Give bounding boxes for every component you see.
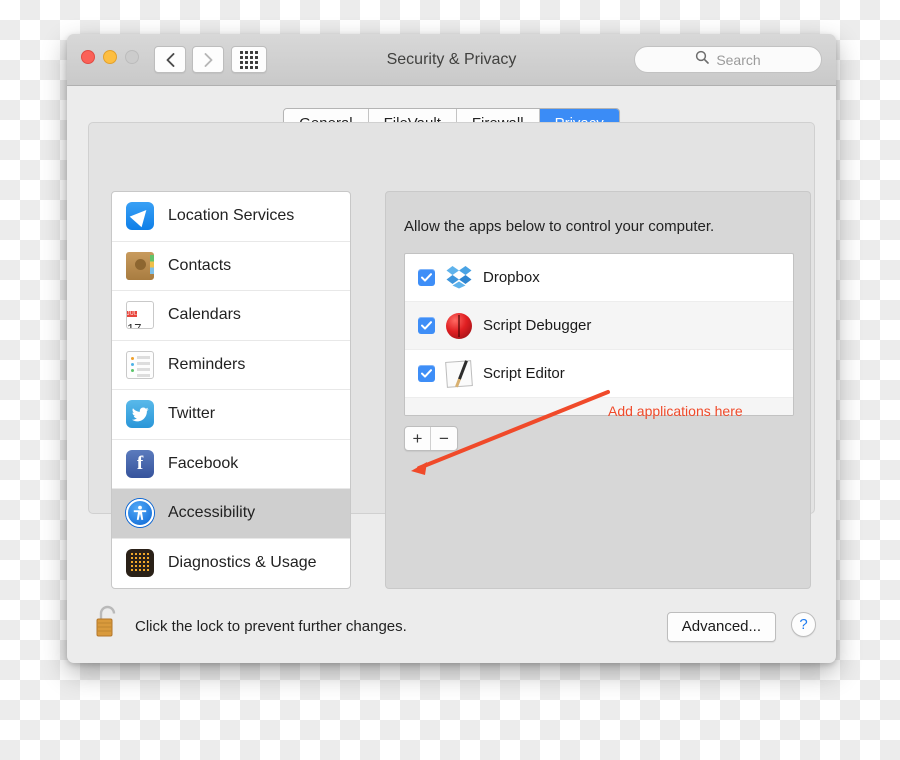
- twitter-icon: [126, 400, 154, 429]
- sidebar-item-reminders[interactable]: Reminders: [112, 341, 350, 390]
- accessibility-detail-pane: Allow the apps below to control your com…: [385, 191, 811, 589]
- sidebar-item-facebook[interactable]: f Facebook: [112, 440, 350, 489]
- search-icon: [695, 50, 710, 69]
- privacy-content-panel: Location Services Contacts JUL 17 Calend…: [88, 122, 815, 589]
- contacts-icon: [126, 251, 154, 280]
- dropbox-icon: [446, 265, 472, 291]
- app-name: Dropbox: [483, 269, 540, 286]
- facebook-icon: f: [126, 449, 154, 478]
- diagnostics-icon: [126, 549, 154, 578]
- unlocked-padlock-icon: [95, 605, 121, 644]
- sidebar-item-label: Reminders: [168, 355, 246, 373]
- search-placeholder: Search: [716, 51, 761, 68]
- lock-button[interactable]: [95, 604, 121, 640]
- window-titlebar: Security & Privacy Search: [67, 34, 836, 86]
- app-checkbox[interactable]: [418, 269, 435, 286]
- location-services-icon: [126, 202, 154, 231]
- sidebar-item-accessibility[interactable]: Accessibility: [112, 489, 350, 539]
- reminders-icon: [126, 350, 154, 379]
- annotation-text: Add applications here: [608, 403, 743, 419]
- help-button[interactable]: ?: [791, 612, 816, 637]
- sidebar-item-label: Location Services: [168, 207, 295, 225]
- window-footer: Click the lock to prevent further change…: [67, 594, 836, 663]
- add-remove-button-group: + −: [404, 426, 458, 451]
- advanced-button[interactable]: Advanced...: [666, 612, 776, 642]
- sidebar-item-label: Accessibility: [168, 504, 256, 522]
- app-checkbox[interactable]: [418, 317, 435, 334]
- app-name: Script Editor: [483, 365, 565, 382]
- sidebar-item-label: Facebook: [168, 454, 239, 472]
- calendar-month: JUL: [127, 311, 138, 318]
- app-checkbox[interactable]: [418, 365, 435, 382]
- allowed-apps-list: Dropbox Script Debugger Script Editor: [404, 253, 794, 416]
- table-row[interactable]: Script Editor: [405, 350, 793, 398]
- sidebar-item-label: Calendars: [168, 306, 241, 324]
- calendars-icon: JUL 17: [126, 301, 154, 330]
- table-row[interactable]: Dropbox: [405, 254, 793, 302]
- add-application-button[interactable]: +: [405, 427, 431, 450]
- sidebar-item-calendars[interactable]: JUL 17 Calendars: [112, 291, 350, 341]
- app-name: Script Debugger: [483, 317, 592, 334]
- sidebar-item-location-services[interactable]: Location Services: [112, 192, 350, 242]
- lock-hint-text: Click the lock to prevent further change…: [135, 618, 407, 635]
- calendar-day: 17: [127, 321, 142, 330]
- sidebar-item-label: Diagnostics & Usage: [168, 554, 317, 572]
- privacy-category-list: Location Services Contacts JUL 17 Calend…: [111, 191, 351, 589]
- allow-description: Allow the apps below to control your com…: [404, 218, 715, 235]
- system-preferences-window: Security & Privacy Search General FileVa…: [67, 34, 836, 663]
- sidebar-item-diagnostics-usage[interactable]: Diagnostics & Usage: [112, 539, 350, 589]
- sidebar-item-label: Contacts: [168, 256, 232, 274]
- remove-application-button[interactable]: −: [431, 427, 457, 450]
- accessibility-icon: [126, 499, 154, 528]
- table-row[interactable]: Script Debugger: [405, 302, 793, 350]
- script-editor-icon: [445, 359, 473, 388]
- sidebar-item-contacts[interactable]: Contacts: [112, 242, 350, 291]
- sidebar-item-label: Twitter: [168, 405, 216, 423]
- search-field[interactable]: Search: [634, 46, 822, 73]
- script-debugger-icon: [446, 312, 472, 339]
- sidebar-item-twitter[interactable]: Twitter: [112, 390, 350, 440]
